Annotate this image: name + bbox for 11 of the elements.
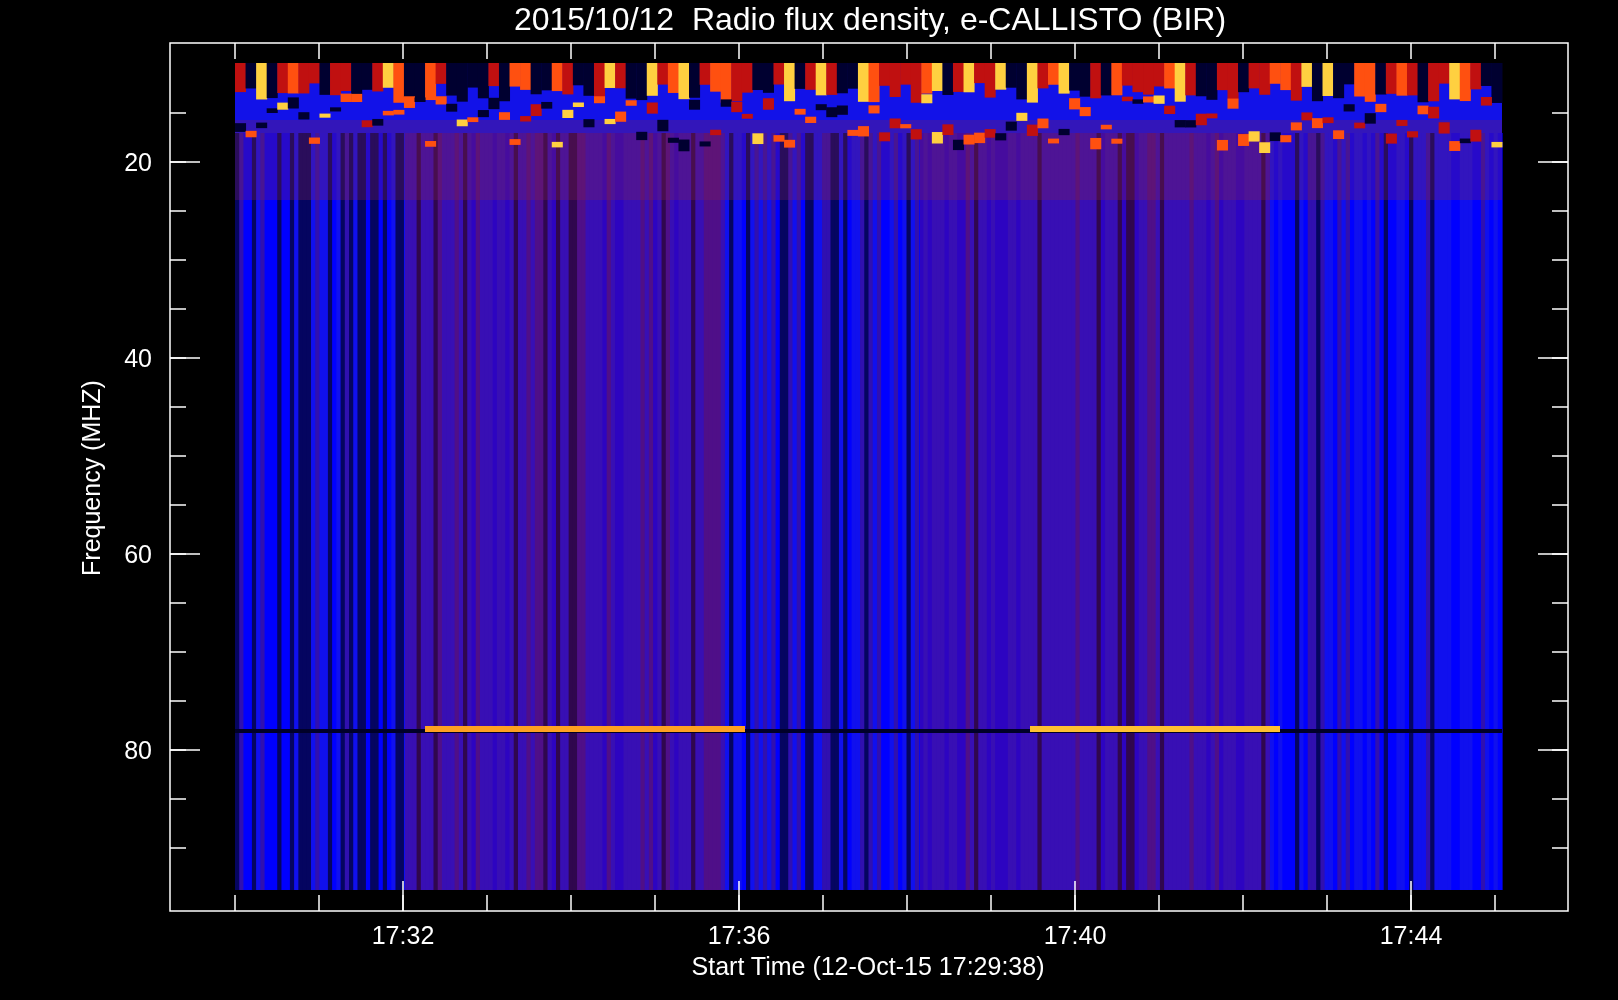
y-axis-title: Frequency (MHZ) xyxy=(77,380,105,576)
y-tick-label: 20 xyxy=(124,148,152,176)
x-axis-title: Start Time (12-Oct-15 17:29:38) xyxy=(691,952,1045,980)
y-tick-label: 60 xyxy=(124,540,152,568)
x-tick-label: 17:44 xyxy=(1379,921,1443,949)
y-tick-label: 80 xyxy=(124,736,152,764)
x-tick-label: 17:40 xyxy=(1043,921,1107,949)
y-tick-label: 40 xyxy=(124,344,152,372)
chart-title: 2015/10/12 Radio flux density, e-CALLISTO (BIR) xyxy=(513,1,1227,37)
x-tick-label: 17:36 xyxy=(707,921,771,949)
x-tick-label: 17:32 xyxy=(371,921,435,949)
